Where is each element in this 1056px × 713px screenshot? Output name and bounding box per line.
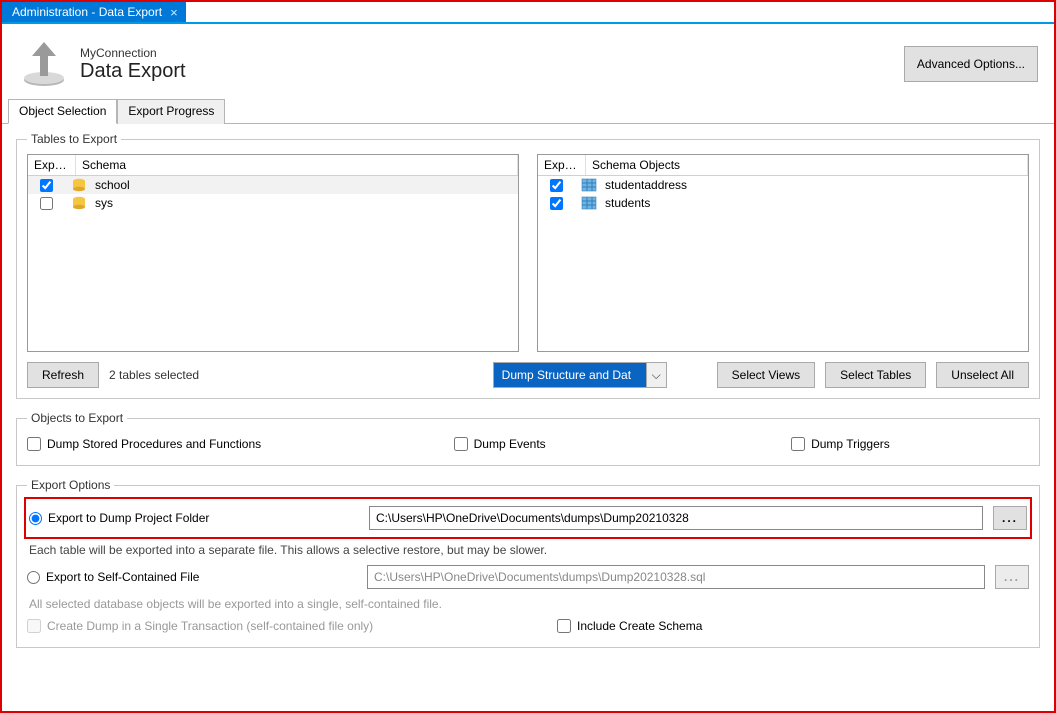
database-icon [71,178,87,192]
tables-to-export-group: Tables to Export Exp… Schema school [16,132,1040,399]
schema-checkbox[interactable] [40,179,53,192]
schema-list[interactable]: Exp… Schema school [27,154,519,352]
browse-folder-button[interactable]: ... [993,506,1027,530]
export-file-radio[interactable] [27,571,40,584]
include-schema-checkbox[interactable] [557,619,571,633]
single-transaction-checkbox [27,619,41,633]
object-checkbox[interactable] [550,197,563,210]
refresh-button[interactable]: Refresh [27,362,99,388]
file-path-input [367,565,985,589]
schema-col-export[interactable]: Exp… [28,155,76,175]
select-views-button[interactable]: Select Views [717,362,815,388]
advanced-options-button[interactable]: Advanced Options... [904,46,1038,82]
dump-triggers-checkbox[interactable] [791,437,805,451]
tab-export-progress[interactable]: Export Progress [117,99,225,124]
document-tab-title: Administration - Data Export [12,5,162,19]
schema-row[interactable]: school [28,176,518,194]
tab-object-selection[interactable]: Object Selection [8,99,117,124]
table-icon [581,178,597,192]
single-transaction-checkbox-label: Create Dump in a Single Transaction (sel… [27,619,547,633]
dump-events-checkbox-label[interactable]: Dump Events [454,437,751,451]
dump-events-checkbox[interactable] [454,437,468,451]
schema-name: school [95,178,130,192]
dump-type-select[interactable]: Dump Structure and Dat ⌵ [493,362,667,388]
tables-to-export-legend: Tables to Export [27,132,121,146]
folder-hint: Each table will be exported into a separ… [27,539,1029,561]
object-row[interactable]: studentaddress [538,176,1028,194]
close-icon[interactable]: × [170,5,178,20]
export-icon [18,38,70,90]
export-options-group: Export Options Export to Dump Project Fo… [16,478,1040,648]
objects-list[interactable]: Exp… Schema Objects studentaddress [537,154,1029,352]
unselect-all-button[interactable]: Unselect All [936,362,1029,388]
object-name: students [605,196,650,210]
schema-name: sys [95,196,113,210]
export-file-radio-label[interactable]: Export to Self-Contained File [27,570,357,584]
select-tables-button[interactable]: Select Tables [825,362,926,388]
objects-col-name[interactable]: Schema Objects [586,155,1028,175]
connection-name: MyConnection [80,46,904,60]
folder-path-input[interactable] [369,506,983,530]
object-checkbox[interactable] [550,179,563,192]
selected-count: 2 tables selected [109,368,199,382]
objects-col-export[interactable]: Exp… [538,155,586,175]
dump-type-value: Dump Structure and Dat [494,368,646,382]
document-tab[interactable]: Administration - Data Export × [2,2,186,22]
file-hint: All selected database objects will be ex… [27,593,1029,615]
dump-sp-checkbox[interactable] [27,437,41,451]
schema-row[interactable]: sys [28,194,518,212]
export-folder-radio-label[interactable]: Export to Dump Project Folder [29,511,359,525]
table-icon [581,196,597,210]
database-icon [71,196,87,210]
objects-to-export-legend: Objects to Export [27,411,127,425]
object-row[interactable]: students [538,194,1028,212]
objects-to-export-group: Objects to Export Dump Stored Procedures… [16,411,1040,466]
schema-checkbox[interactable] [40,197,53,210]
export-options-legend: Export Options [27,478,114,492]
page-title: Data Export [80,60,904,83]
schema-col-name[interactable]: Schema [76,155,518,175]
chevron-down-icon[interactable]: ⌵ [646,363,666,387]
dump-sp-checkbox-label[interactable]: Dump Stored Procedures and Functions [27,437,414,451]
browse-file-button: ... [995,565,1029,589]
include-schema-checkbox-label[interactable]: Include Create Schema [557,619,702,633]
dump-triggers-checkbox-label[interactable]: Dump Triggers [791,437,1029,451]
export-folder-radio[interactable] [29,512,42,525]
object-name: studentaddress [605,178,687,192]
